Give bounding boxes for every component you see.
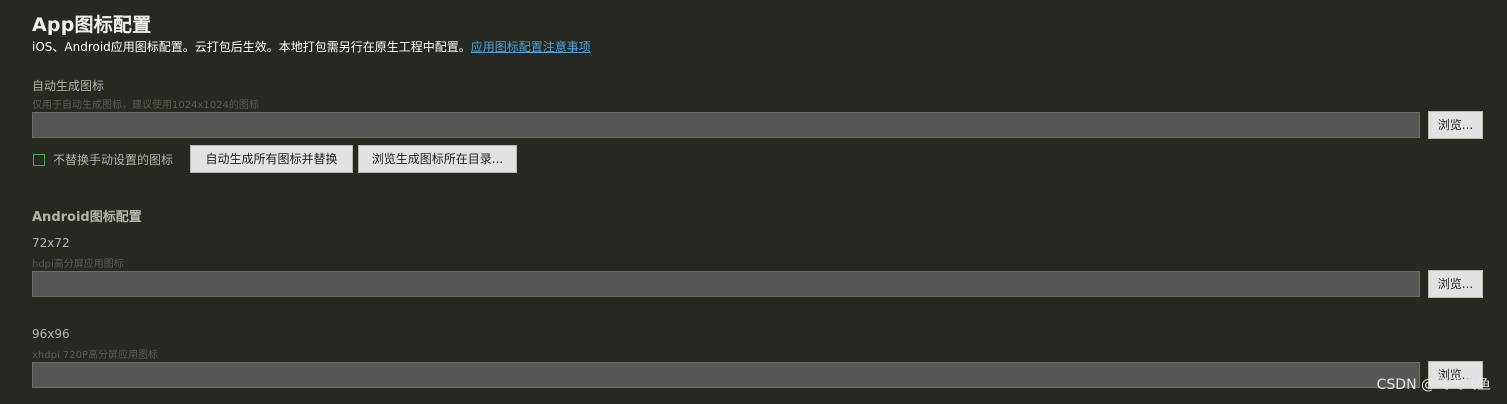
- icon-config-notes-link[interactable]: 应用图标配置注意事项: [471, 40, 591, 54]
- auto-generate-label: 自动生成图标: [32, 79, 105, 93]
- auto-generate-browse-button[interactable]: 浏览...: [1428, 111, 1483, 139]
- auto-generate-hint: 仅用于自动生成图标，建议使用1024x1024的图标: [32, 100, 259, 111]
- keep-manual-icons-label: 不替换手动设置的图标: [53, 153, 174, 167]
- icon-96-size-label: 96x96: [32, 327, 70, 341]
- keep-manual-icons-checkbox[interactable]: [33, 153, 45, 166]
- icon-96-path-input[interactable]: [32, 362, 1420, 388]
- csdn-watermark: CSDN @飞飞飞鱼: [1376, 377, 1491, 393]
- icon-72-hint: hdpi高分屏应用图标: [32, 259, 124, 270]
- icon-72-size-label: 72x72: [32, 236, 70, 250]
- open-generated-icons-dir-button[interactable]: 浏览生成图标所在目录...: [358, 145, 517, 173]
- subtitle-text: iOS、Android应用图标配置。云打包后生效。本地打包需另行在原生工程中配置…: [32, 40, 471, 54]
- auto-generate-path-input[interactable]: [32, 112, 1420, 138]
- page-subtitle: iOS、Android应用图标配置。云打包后生效。本地打包需另行在原生工程中配置…: [32, 38, 591, 55]
- icon-72-browse-button[interactable]: 浏览...: [1428, 270, 1483, 298]
- icon-96-hint: xhdpi 720P高分屏应用图标: [32, 350, 159, 361]
- icon-config-page: App图标配置 iOS、Android应用图标配置。云打包后生效。本地打包需另行…: [0, 0, 1507, 404]
- generate-all-icons-button[interactable]: 自动生成所有图标并替换: [190, 145, 353, 173]
- android-section-title: Android图标配置: [32, 210, 142, 225]
- page-title: App图标配置: [32, 14, 152, 36]
- keep-manual-icons-option[interactable]: 不替换手动设置的图标: [33, 151, 173, 168]
- icon-72-path-input[interactable]: [32, 271, 1420, 297]
